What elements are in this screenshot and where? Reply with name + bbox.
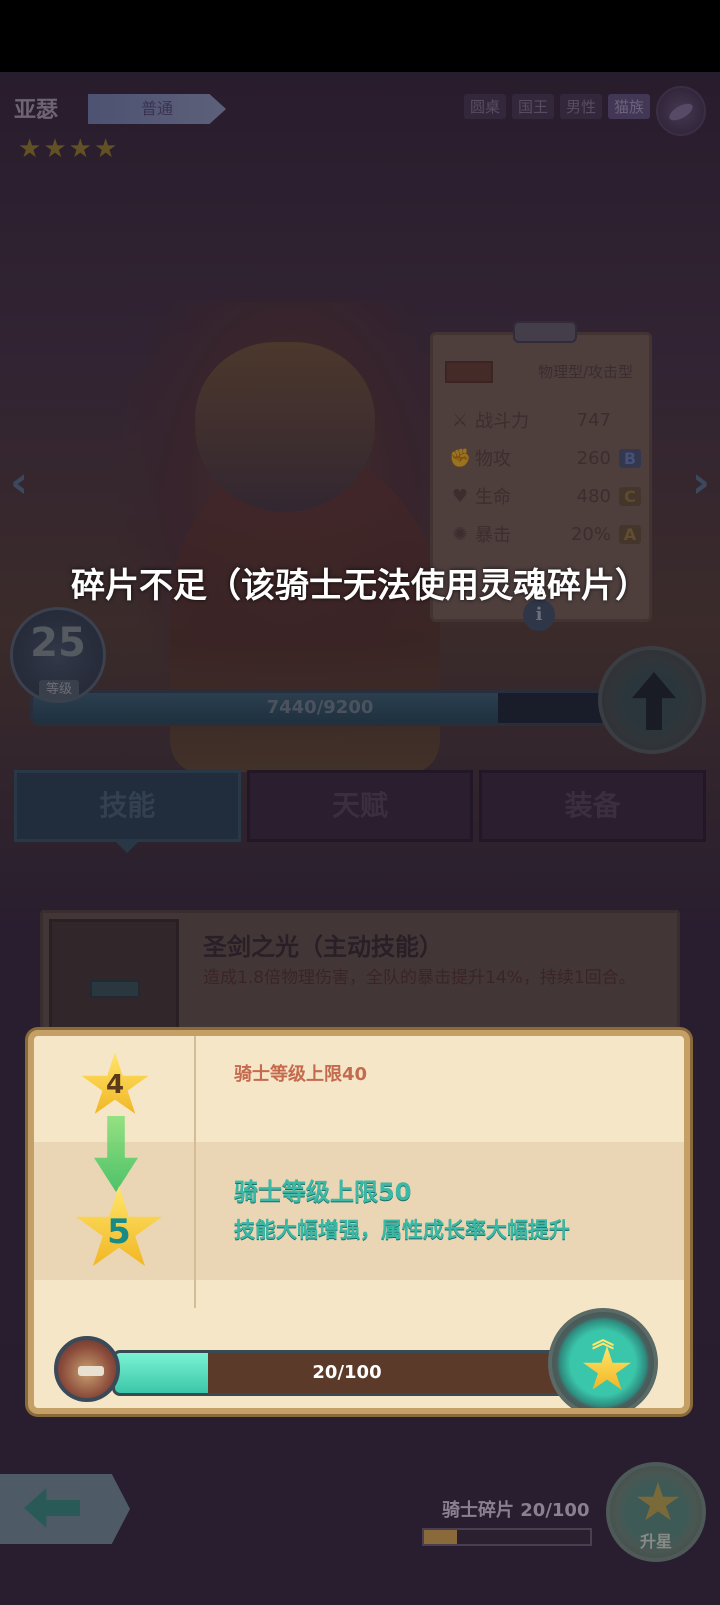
hero-stars: ★ ★ ★ ★ bbox=[18, 136, 117, 162]
star-icon: ★ bbox=[68, 134, 92, 164]
knight-shard-fill bbox=[424, 1530, 458, 1544]
stat-row-power: ⚔ 战斗力 747 bbox=[449, 405, 641, 435]
star-icon: ★ bbox=[93, 134, 118, 164]
crossed-swords-icon: ⚔ bbox=[451, 409, 469, 431]
stat-row-hp: ♥ 生命 480 C bbox=[449, 481, 641, 511]
skill-icon-bar bbox=[90, 980, 140, 998]
crit-icon: ✺ bbox=[452, 523, 468, 545]
level-label: 等级 bbox=[39, 680, 79, 700]
rarity-tag: 普通 bbox=[88, 94, 226, 124]
stat-label: 物攻 bbox=[475, 449, 511, 470]
shard-progress-text: 20/100 bbox=[312, 1362, 382, 1383]
skill-description: 造成1.8倍物理伤害，全队的暴击提升14%，持续1回合。 bbox=[203, 968, 636, 988]
hero-type: 物理型/攻击型 bbox=[537, 363, 633, 381]
star-up-confirm-button[interactable]: ︽ bbox=[548, 1308, 658, 1408]
star-icon: ★ bbox=[43, 134, 67, 164]
tag-round-table: 圆桌 bbox=[463, 94, 506, 119]
knight-shard-label: 骑士碎片 20/100 bbox=[442, 1500, 590, 1521]
current-star-value: 4 bbox=[105, 1070, 125, 1100]
new-level-limit: 骑士等级上限50 bbox=[234, 1178, 412, 1206]
clipboard-clip bbox=[513, 321, 577, 343]
level-value: 25 bbox=[30, 620, 86, 666]
skill-name: 圣剑之光（主动技能） bbox=[203, 933, 443, 961]
tag-faction: 猫族 bbox=[607, 94, 650, 119]
exp-bar: 7440/9200 bbox=[30, 690, 610, 726]
tab-skills[interactable]: 技能 bbox=[14, 770, 241, 853]
dialog-divider bbox=[194, 1036, 196, 1308]
back-button[interactable] bbox=[0, 1474, 130, 1544]
stat-row-attack: ✊ 物攻 260 B bbox=[449, 443, 641, 473]
star-up-label: 升星 bbox=[639, 1532, 672, 1551]
stat-value: 480 bbox=[576, 485, 611, 507]
star-up-button[interactable]: 升星 bbox=[606, 1462, 706, 1562]
stat-label: 暴击 bbox=[475, 525, 511, 546]
level-badge: 25 等级 bbox=[10, 607, 106, 703]
level-up-button[interactable] bbox=[598, 646, 706, 754]
hero-tags: 圆桌 国王 男性 猫族 bbox=[463, 94, 650, 119]
stat-row-crit: ✺ 暴击 20% A bbox=[449, 519, 641, 549]
heart-icon: ♥ bbox=[451, 485, 469, 507]
tab-talents[interactable]: 天赋 bbox=[246, 770, 474, 842]
shard-progress-bar: 20/100 bbox=[112, 1350, 582, 1396]
tag-king: 国王 bbox=[511, 94, 554, 119]
stat-grade: B bbox=[619, 448, 641, 468]
sword-type-icon bbox=[445, 361, 493, 383]
exp-text: 7440/9200 bbox=[266, 697, 374, 718]
tab-equipment[interactable]: 装备 bbox=[479, 770, 707, 842]
stat-value: 747 bbox=[576, 409, 611, 431]
star-up-dialog: 4 5 骑士等级上限40 骑士等级上限50 技能大幅增强，属性成长率大幅提升 2… bbox=[28, 1030, 690, 1414]
tag-male: 男性 bbox=[559, 94, 602, 119]
next-hero-arrow-icon[interactable]: › bbox=[692, 457, 710, 508]
hero-avatar bbox=[54, 1336, 120, 1402]
star-icon bbox=[636, 1482, 680, 1521]
hero-head bbox=[195, 342, 375, 512]
up-arrow-icon bbox=[632, 672, 676, 730]
stat-grade: C bbox=[619, 486, 641, 506]
chevron-up-icon: ︽ bbox=[592, 1328, 615, 1353]
fist-icon: ✊ bbox=[449, 447, 472, 469]
new-benefit-description: 技能大幅增强，属性成长率大幅提升 bbox=[234, 1218, 570, 1242]
star-icon: ★ bbox=[18, 134, 42, 164]
stat-grade: A bbox=[619, 524, 641, 544]
star-icon bbox=[583, 1346, 631, 1390]
hero-detail-screen: 亚瑟 普通 ★ ★ ★ ★ 圆桌 国王 男性 猫族 ‹ › 物理型/攻击型 ⚔ … bbox=[0, 72, 720, 1605]
stat-value: 20% bbox=[570, 523, 611, 545]
toast-message: 碎片不足（该骑士无法使用灵魂碎片） bbox=[71, 566, 649, 606]
fish-bone-icon[interactable] bbox=[656, 86, 706, 136]
back-arrow-icon bbox=[24, 1488, 80, 1528]
stat-value: 260 bbox=[576, 447, 611, 469]
knight-shard-bar bbox=[422, 1528, 592, 1546]
stat-label: 战斗力 bbox=[475, 411, 529, 432]
current-level-limit: 骑士等级上限40 bbox=[234, 1064, 368, 1085]
hero-name: 亚瑟 bbox=[14, 98, 59, 123]
prev-hero-arrow-icon[interactable]: ‹ bbox=[10, 457, 28, 508]
detail-tabs: 技能 天赋 装备 bbox=[14, 770, 707, 853]
stat-label: 生命 bbox=[475, 487, 511, 508]
current-star-icon: 4 bbox=[81, 1052, 149, 1114]
status-bar bbox=[0, 0, 720, 72]
